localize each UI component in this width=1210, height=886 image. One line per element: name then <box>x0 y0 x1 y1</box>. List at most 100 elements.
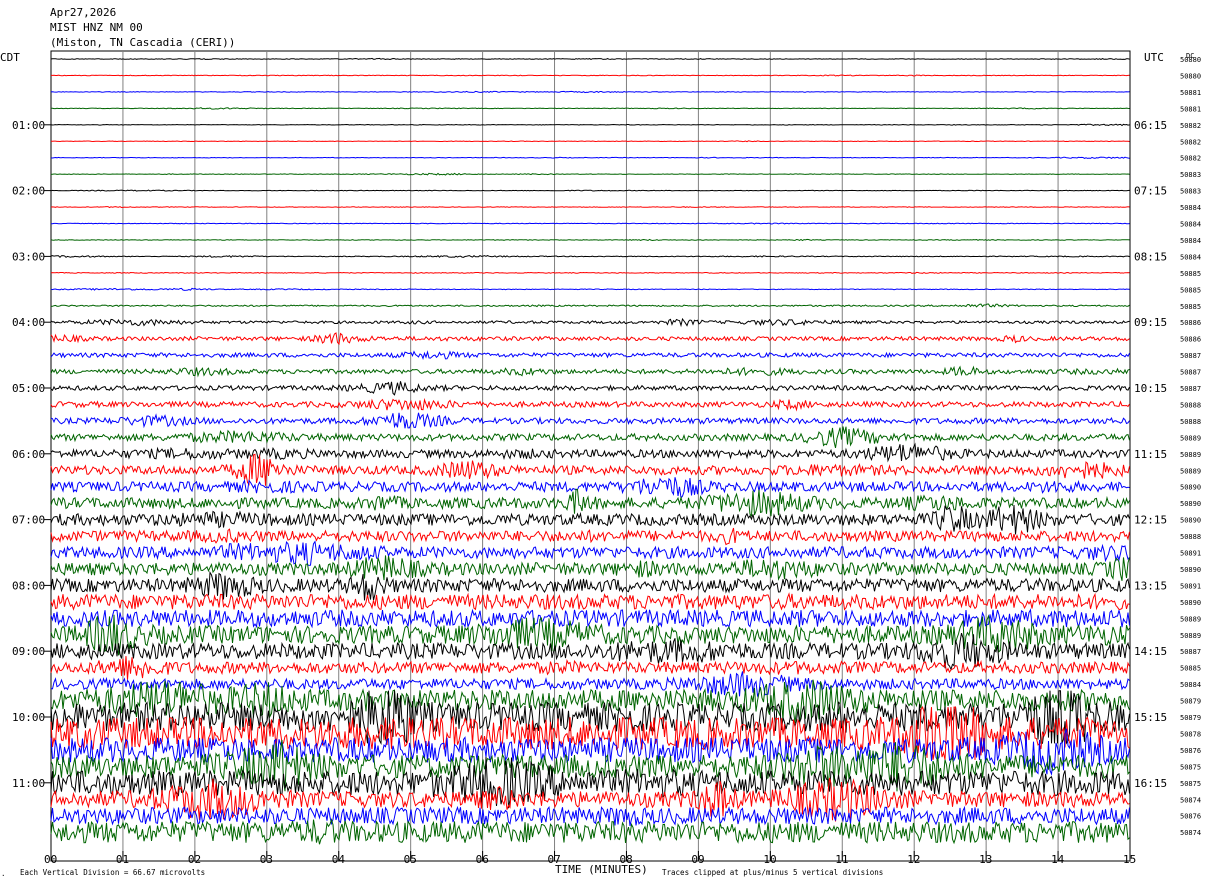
right-hour-label: 08:15 <box>1134 250 1167 263</box>
x-tick-label: 02 <box>188 853 201 866</box>
dc-offset-label: 50884 <box>1180 204 1201 212</box>
header-date: Apr27,2026 <box>50 6 116 19</box>
dc-offset-label: 50881 <box>1180 105 1201 113</box>
trace-group <box>50 57 1130 845</box>
left-hour-label: 07:00 <box>12 514 45 527</box>
left-hour-label: 08:00 <box>12 579 45 592</box>
dc-offset-label: 50889 <box>1180 451 1201 459</box>
trace-line-2 <box>51 74 1130 77</box>
dc-offset-label: 50884 <box>1180 237 1201 245</box>
trace-line-11 <box>50 222 1130 225</box>
dc-offset-label: 50888 <box>1180 418 1201 426</box>
left-hour-label: 06:00 <box>12 448 45 461</box>
trace-line-29 <box>50 504 1130 535</box>
trace-line-38 <box>50 656 1130 680</box>
left-hour-label: 03:00 <box>12 250 45 263</box>
dc-offset-label: 50878 <box>1180 730 1201 738</box>
dc-offset-label: 50890 <box>1180 599 1201 607</box>
dc-offset-label: 50889 <box>1180 434 1201 442</box>
left-timezone-label: CDT <box>0 51 20 64</box>
trace-line-35 <box>50 608 1130 629</box>
dc-offset-label: 50889 <box>1180 615 1201 623</box>
trace-line-10 <box>50 206 1130 209</box>
dc-offset-label: 50886 <box>1180 336 1201 344</box>
dc-offset-label: 50887 <box>1180 369 1201 377</box>
dc-offset-label: 50882 <box>1180 155 1201 163</box>
left-hour-label: 02:00 <box>12 185 45 198</box>
right-hour-label: 07:15 <box>1134 185 1167 198</box>
left-hour-label: 09:00 <box>12 645 45 658</box>
dc-offset-label: 50880 <box>1180 56 1201 64</box>
right-hour-label: 13:15 <box>1134 579 1167 592</box>
x-tick-label: 01 <box>116 853 129 866</box>
left-hour-label: 04:00 <box>12 316 45 329</box>
right-timezone-label: UTC <box>1144 51 1164 64</box>
trace-line-9 <box>50 189 1130 192</box>
dc-offset-label: 50891 <box>1180 550 1201 558</box>
dc-offset-label: 50876 <box>1180 747 1201 755</box>
trace-line-16 <box>50 303 1130 308</box>
x-axis-label: TIME (MINUTES) <box>555 863 648 876</box>
dc-offset-label: 50891 <box>1180 582 1201 590</box>
trace-line-17 <box>50 317 1130 328</box>
dc-offset-label: 50874 <box>1180 829 1201 837</box>
dc-offset-label: 50885 <box>1180 286 1201 294</box>
dc-offset-label: 50886 <box>1180 319 1201 327</box>
dc-offset-label: 50881 <box>1180 89 1201 97</box>
trace-line-3 <box>50 90 1130 94</box>
left-hour-label: 11:00 <box>12 777 45 790</box>
left-hour-labels: 01:00 02:00 03:00 04:00 05:00 06:00 07:00 08:00… <box>12 119 51 790</box>
trace-line-14 <box>50 271 1130 274</box>
left-hour-label: 05:00 <box>12 382 45 395</box>
dc-offset-label: 50889 <box>1180 632 1201 640</box>
x-tick-label: 04 <box>332 853 346 866</box>
dc-offset-label: 50883 <box>1180 188 1201 196</box>
dc-offset-label: 50875 <box>1180 780 1201 788</box>
dc-offset-label: 50885 <box>1180 270 1201 278</box>
dc-offset-label: 50885 <box>1180 303 1201 311</box>
header: Apr27,2026 MIST HNZ NM 00 (Miston, TN Ca… <box>50 6 235 49</box>
trace-line-30 <box>50 527 1130 546</box>
left-hour-label: 10:00 <box>12 711 45 724</box>
dc-offset-label: 50880 <box>1180 72 1201 80</box>
trace-line-21 <box>50 381 1130 396</box>
trace-line-7 <box>50 156 1130 159</box>
dc-offset-label: 50882 <box>1180 138 1201 146</box>
x-tick-label: 00 <box>44 853 57 866</box>
x-tick-label: 12 <box>907 853 920 866</box>
trace-line-25 <box>50 442 1130 463</box>
right-hour-label: 09:15 <box>1134 316 1167 329</box>
trace-line-19 <box>50 350 1130 361</box>
dc-offset-label: 50890 <box>1180 500 1201 508</box>
trace-line-15 <box>50 287 1130 291</box>
trace-line-20 <box>50 365 1130 378</box>
dc-offset-label: 50888 <box>1180 401 1201 409</box>
trace-line-34 <box>50 592 1130 611</box>
dc-offset-label: 50875 <box>1180 763 1201 771</box>
right-hour-labels: 06:15 07:15 08:15 09:15 10:15 11:15 12:15 13:15… <box>1134 119 1167 790</box>
trace-line-6 <box>50 140 1130 143</box>
dc-offset-label: 50884 <box>1180 681 1201 689</box>
dc-offset-label: 50890 <box>1180 517 1201 525</box>
dc-offset-label: 50882 <box>1180 122 1201 130</box>
trace-line-32 <box>50 555 1130 581</box>
x-tick-label: 14 <box>1051 853 1065 866</box>
dc-offset-label: 50887 <box>1180 385 1201 393</box>
right-hour-label: 16:15 <box>1134 777 1167 790</box>
header-station: MIST HNZ NM 00 <box>50 21 143 34</box>
dc-offset-label: 50889 <box>1180 467 1201 475</box>
dc-offset-label: 50887 <box>1180 648 1201 656</box>
right-hour-label: 15:15 <box>1134 711 1167 724</box>
footer: . Each Vertical Division = 66.67 microvo… <box>1 863 883 878</box>
dc-offset-label: 50890 <box>1180 484 1201 492</box>
trace-line-31 <box>50 540 1130 566</box>
trace-line-1 <box>50 57 1130 61</box>
trace-line-4 <box>51 107 1130 110</box>
trace-line-13 <box>50 255 1130 259</box>
dc-offset-label: 50884 <box>1180 253 1201 261</box>
trace-line-18 <box>50 332 1130 346</box>
trace-line-27 <box>50 477 1130 500</box>
x-tick-label: 03 <box>260 853 273 866</box>
trace-line-26 <box>50 453 1130 486</box>
dc-offset-label: 50883 <box>1180 171 1201 179</box>
